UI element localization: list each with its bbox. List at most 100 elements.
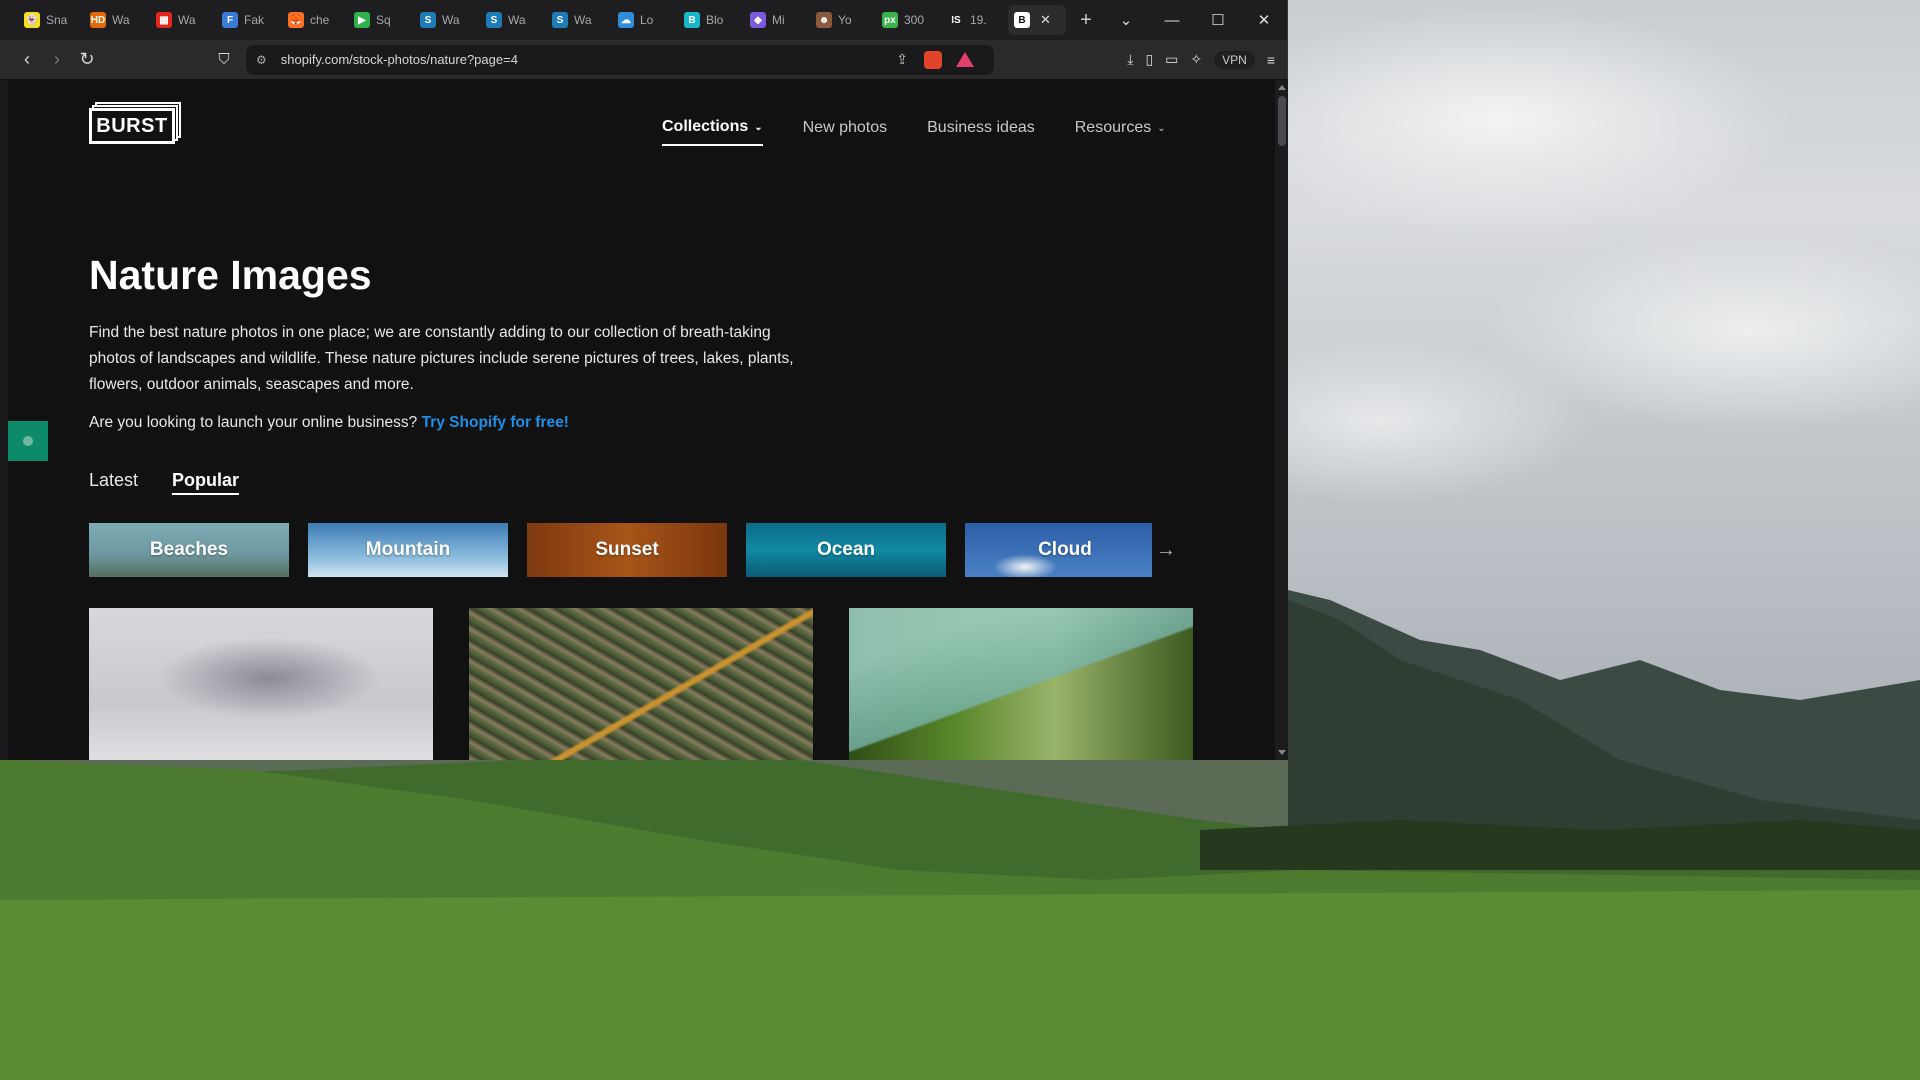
copilot-icon: ◆	[750, 12, 766, 28]
scroll-up-icon[interactable]	[1278, 85, 1286, 90]
tab-label: che	[310, 13, 330, 27]
s-icon: S	[420, 12, 436, 28]
category-ocean[interactable]: Ocean	[746, 523, 946, 577]
tab-2[interactable]: ▦ Wa	[150, 5, 216, 35]
site-info-icon[interactable]: ⚙	[256, 53, 267, 67]
tab-label: 300	[904, 13, 925, 27]
nav-resources[interactable]: Resources ⌄	[1075, 118, 1166, 146]
tab-label: Mi	[772, 13, 785, 27]
category-sunset[interactable]: Sunset	[527, 523, 727, 577]
is-icon: IS	[948, 12, 964, 28]
bookmark-icon[interactable]: ⛉	[210, 51, 238, 68]
reload-button[interactable]: ↻	[72, 49, 102, 70]
info-icon	[23, 436, 33, 446]
tab-8[interactable]: S Wa	[546, 5, 612, 35]
downloads-icon[interactable]: ⤓	[1127, 51, 1133, 68]
cta-line: Are you looking to launch your online bu…	[89, 414, 569, 432]
url-text[interactable]: shopify.com/stock-photos/nature?page=4	[281, 52, 518, 67]
nav-business-ideas[interactable]: Business ideas	[927, 118, 1035, 146]
avatar-icon: ☻	[816, 12, 832, 28]
nav-label: Collections	[662, 118, 749, 135]
brave-shields-icon[interactable]	[924, 50, 942, 69]
tab-10[interactable]: B Blo	[678, 5, 744, 35]
tab-label: Sq	[376, 13, 391, 27]
category-chips: Beaches Mountain Sunset Ocean Cloud	[89, 523, 1165, 577]
category-beaches[interactable]: Beaches	[89, 523, 289, 577]
window-controls: ⌄ — ☐ ✕	[1103, 0, 1287, 40]
wallet-icon[interactable]: ▭	[1165, 51, 1178, 68]
s-icon: S	[552, 12, 568, 28]
accessibility-badge[interactable]	[8, 421, 48, 461]
play-icon: ▶	[354, 12, 370, 28]
tab-9[interactable]: ☁ Lo	[612, 5, 678, 35]
main-nav: Collections ⌄ New photos Business ideas …	[662, 118, 1166, 146]
maximize-button[interactable]: ☐	[1195, 11, 1241, 29]
sidebar-icon[interactable]: ▯	[1145, 51, 1153, 68]
tab-popular[interactable]: Popular	[172, 470, 240, 495]
web-page: BURST Collections ⌄ New photos Business …	[8, 80, 1275, 760]
tab-search-button[interactable]: ⌄	[1103, 11, 1149, 29]
tab-6[interactable]: S Wa	[414, 5, 480, 35]
menu-icon[interactable]: ≡	[1267, 52, 1275, 68]
back-button[interactable]: ‹	[12, 49, 42, 70]
share-icon[interactable]: ⇪	[896, 51, 908, 68]
b-icon: B	[684, 12, 700, 28]
vpn-button[interactable]: VPN	[1214, 50, 1255, 69]
tab-label: Wa	[508, 13, 526, 27]
chevron-down-icon: ⌄	[754, 121, 763, 133]
tab-7[interactable]: S Wa	[480, 5, 546, 35]
nav-new-photos[interactable]: New photos	[803, 118, 888, 146]
tab-label: 19.	[970, 13, 987, 27]
nav-collections[interactable]: Collections ⌄	[662, 118, 763, 146]
s-icon: S	[486, 12, 502, 28]
close-window-button[interactable]: ✕	[1241, 11, 1287, 29]
category-mountain[interactable]: Mountain	[308, 523, 508, 577]
scrollbar-thumb[interactable]	[1278, 96, 1286, 146]
new-tab-button[interactable]: +	[1074, 9, 1098, 32]
tab-11[interactable]: ◆ Mi	[744, 5, 810, 35]
cloud-icon: ☁	[618, 12, 634, 28]
snapchat-icon: 👻	[24, 12, 40, 28]
photo-camping-tent[interactable]	[849, 608, 1193, 760]
tab-label: Fak	[244, 13, 265, 27]
tab-1[interactable]: HD Wa	[84, 5, 150, 35]
arrow-right-icon[interactable]: →	[1152, 523, 1180, 577]
tab-12[interactable]: ☻ Yo	[810, 5, 876, 35]
browser-toolbar: ‹ › ↻ ⛉ ⚙ shopify.com/stock-photos/natur…	[0, 40, 1287, 80]
scroll-down-icon[interactable]	[1278, 750, 1286, 755]
tab-close-icon[interactable]: ✕	[1040, 12, 1051, 28]
px-icon: px	[882, 12, 898, 28]
category-cloud[interactable]: Cloud	[965, 523, 1165, 577]
tab-active[interactable]: B ✕	[1008, 5, 1066, 35]
try-shopify-link[interactable]: Try Shopify for free!	[422, 414, 569, 431]
nav-label: New photos	[802, 119, 888, 136]
tab-14[interactable]: IS 19.	[942, 5, 1008, 35]
page-scrollbar[interactable]	[1275, 80, 1288, 760]
leo-ai-icon[interactable]: ✧	[1190, 51, 1202, 68]
chevron-down-icon: ⌄	[1157, 122, 1166, 134]
burst-logo[interactable]: BURST	[89, 102, 181, 144]
sort-tabs: Latest Popular	[89, 470, 240, 495]
tab-13[interactable]: px 300	[876, 5, 942, 35]
logo-text: BURST	[89, 108, 175, 144]
page-description: Find the best nature photos in one place…	[89, 324, 794, 393]
photo-christmas-trees[interactable]	[469, 608, 813, 760]
tab-4[interactable]: 🦊 che	[282, 5, 348, 35]
photo-grid	[89, 608, 1193, 760]
forward-button[interactable]: ›	[42, 49, 72, 70]
tab-3[interactable]: F Fak	[216, 5, 282, 35]
tab-label: Lo	[640, 13, 654, 27]
nav-label: Business ideas	[927, 119, 1035, 136]
cta-text: Are you looking to launch your online bu…	[89, 414, 418, 431]
tab-label: Blo	[706, 13, 724, 27]
tab-label: Yo	[838, 13, 852, 27]
tab-5[interactable]: ▶ Sq	[348, 5, 414, 35]
tab-latest[interactable]: Latest	[89, 470, 138, 495]
photo-clouds[interactable]	[89, 608, 433, 760]
minimize-button[interactable]: —	[1149, 12, 1195, 29]
tab-0[interactable]: 👻 Sna	[18, 5, 84, 35]
tab-label: Sna	[46, 13, 68, 27]
address-bar[interactable]: ⚙ shopify.com/stock-photos/nature?page=4…	[246, 44, 994, 75]
brave-rewards-icon[interactable]	[956, 52, 974, 67]
burst-favicon-icon: B	[1014, 12, 1030, 28]
